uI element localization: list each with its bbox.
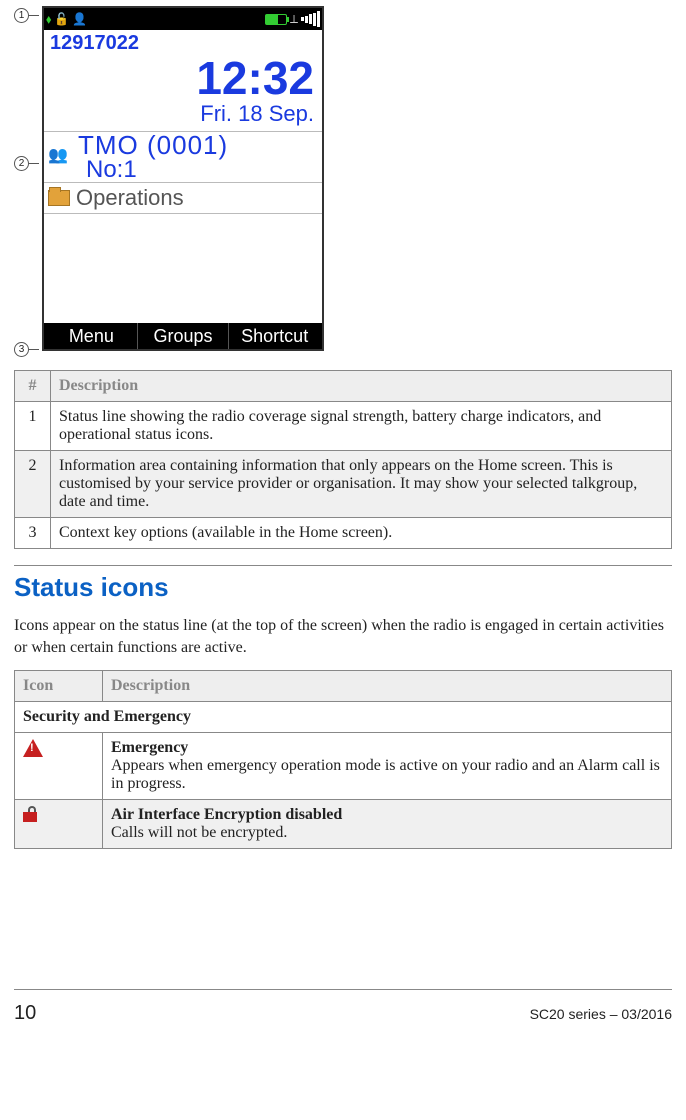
document-id: SC20 series – 03/2016 [530,1006,672,1022]
clock: 12:32 [44,55,322,101]
section-rule [14,565,672,566]
phone-frame: ⬧ 🔓 👤 ⟂ 12917022 12:32 Fri. 18 Sep. 👥 [42,6,324,351]
page-footer: 10 SC20 series – 03/2016 [14,998,672,1025]
table-row: 1 Status line showing the radio coverage… [15,402,672,451]
callout-1: 1 [14,8,39,23]
row-desc: Calls will not be encrypted. [111,824,663,842]
intro-paragraph: Icons appear on the status line (at the … [14,615,672,658]
table-row: Emergency Appears when emergency operati… [15,733,672,800]
softkey-left: Menu [46,326,137,347]
callout-3: 3 [14,342,39,357]
operations-row: Operations [44,182,322,213]
table-row: Air Interface Encryption disabled Calls … [15,800,672,849]
talkgroup-name: TMO (0001) [78,132,228,158]
table-subheader: Security and Emergency [15,702,672,733]
footer-rule [14,989,672,990]
emergency-icon-cell [15,733,103,800]
encryption-disabled-icon-cell [15,800,103,849]
status-bar: ⬧ 🔓 👤 ⟂ [44,8,322,30]
talkgroup-row: 👥 TMO (0001) No:1 [44,131,322,182]
person-icon: 👤 [72,12,87,26]
antenna-icon: ⟂ [290,12,298,27]
softkey-right: Shortcut [229,326,320,347]
col-header-description: Description [103,671,672,702]
row-desc: Appears when emergency operation mode is… [111,757,663,793]
softkey-bar: Menu Groups Shortcut [44,323,322,349]
arrow-icon: ⬧ [46,12,51,27]
signal-icon [301,12,320,26]
callout-2: 2 [14,156,39,171]
folder-icon [48,190,70,206]
col-header-number: # [15,371,51,402]
col-header-icon: Icon [15,671,103,702]
operations-label: Operations [76,185,184,211]
softkey-center: Groups [138,326,229,347]
table-row: 3 Context key options (available in the … [15,518,672,549]
row-title: Air Interface Encryption disabled [111,806,663,824]
table-row: 2 Information area containing informatio… [15,451,672,518]
lock-icon: 🔓 [54,12,69,26]
emergency-icon [23,739,43,757]
col-header-description: Description [51,371,672,402]
battery-icon [265,14,287,25]
device-screenshot: 1 2 3 ⬧ 🔓 👤 ⟂ 12917022 12:32 Fri [14,6,672,356]
people-icon: 👥 [48,145,72,169]
callout-column: 1 2 3 [14,6,40,356]
lock-disabled-icon [23,806,37,822]
status-icons-table: Icon Description Security and Emergency … [14,670,672,849]
page-number: 10 [14,1002,36,1025]
section-title: Status icons [14,572,672,603]
row-title: Emergency [111,739,663,757]
date: Fri. 18 Sep. [44,101,322,131]
callout-description-table: # Description 1 Status line showing the … [14,370,672,549]
blank-area [44,213,322,323]
talkgroup-no: No:1 [78,158,228,182]
